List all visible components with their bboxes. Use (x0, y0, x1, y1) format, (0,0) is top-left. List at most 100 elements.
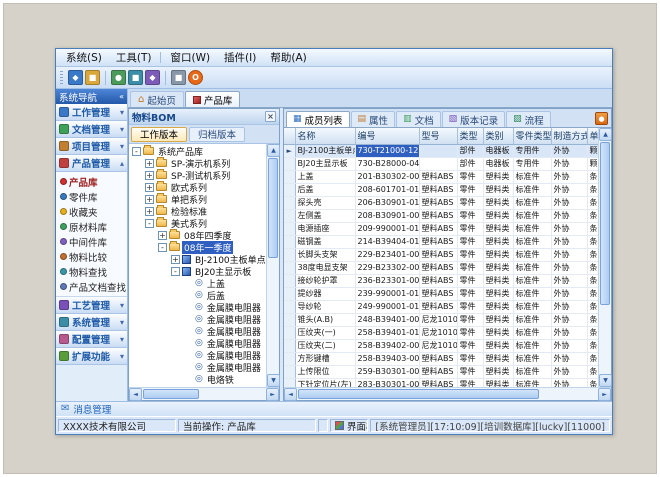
sidebar-item-收藏夹[interactable]: 收藏夹 (56, 204, 127, 219)
tab-文档[interactable]: ▥文档 (396, 111, 441, 127)
ui-style-selector[interactable]: 界面样式 (330, 419, 368, 432)
menu-item-1[interactable]: 系统(S) (59, 49, 109, 66)
table-row[interactable]: 上传限位259-B30301-00E塑料ABS零件塑料类标准件外协条 (284, 365, 598, 378)
table-row[interactable]: 探头壳206-B30901-01E塑料ABS零件塑料类标准件外协条 (284, 196, 598, 209)
expand-icon[interactable]: + (145, 183, 154, 192)
tree-node-金属膜电阻器[interactable]: ◎金属膜电阻器 (129, 325, 266, 337)
grid-hscroll-track[interactable] (297, 388, 598, 400)
menu-item-2[interactable]: 工具(T) (109, 49, 159, 66)
tab-产品库[interactable]: 产品库 (185, 91, 241, 107)
nav-group-项目管理[interactable]: 项目管理▾ (56, 138, 127, 155)
filter-icon[interactable]: ■ (128, 70, 143, 85)
tab-工作版本[interactable]: 工作版本 (131, 127, 187, 142)
tab-流程[interactable]: ▨流程 (506, 111, 551, 127)
tree-node-欧式系列[interactable]: +欧式系列 (129, 181, 266, 193)
tree-node-单把系列[interactable]: +单把系列 (129, 193, 266, 205)
table-row[interactable]: 38度电显支架229-B23302-00E塑料ABS零件塑料类标准件外协条 (284, 261, 598, 274)
nav-group-系统管理[interactable]: 系统管理▾ (56, 314, 127, 331)
table-row[interactable]: 锥头(A.B)248-B39401-00E尼龙1010零件塑料类标准件外协条 (284, 313, 598, 326)
new-icon[interactable]: ◆ (68, 70, 83, 85)
tree-node-08年一季度[interactable]: -08年一季度 (129, 241, 266, 253)
table-row[interactable]: 长脚头支架229-B23401-00E塑料ABS零件塑料类标准件外协条 (284, 248, 598, 261)
sidebar-item-产品库[interactable]: 产品库 (56, 174, 127, 189)
collapse-icon[interactable]: - (132, 147, 141, 156)
close-icon[interactable]: × (265, 111, 276, 122)
nav-group-产品管理[interactable]: 产品管理▴ (56, 155, 127, 172)
tree-node-SP-演示机系列[interactable]: +SP-演示机系列 (129, 157, 266, 169)
help-icon[interactable]: ■ (171, 70, 186, 85)
tree-node-BJ-2100主板单点[interactable]: +BJ-2100主板单点 (129, 253, 266, 265)
menu-item-5[interactable]: 帮助(A) (263, 49, 313, 66)
tab-版本记录[interactable]: ▧版本记录 (442, 111, 506, 127)
collapse-sidebar-icon[interactable]: « (119, 92, 124, 101)
grid-horizontal-scrollbar[interactable]: ◄ ► (284, 387, 611, 400)
grid-hscroll-thumb[interactable] (298, 389, 539, 399)
expand-icon[interactable]: + (171, 255, 180, 264)
expand-icon[interactable]: + (145, 171, 154, 180)
tree-scroll-left-icon[interactable]: ◄ (129, 388, 142, 401)
tree-vscroll-thumb[interactable] (268, 158, 278, 258)
menu-item-3[interactable]: 窗口(W) (163, 49, 217, 66)
tree-node-检验标准[interactable]: +检验标准 (129, 205, 266, 217)
brand-icon[interactable]: O (188, 70, 203, 85)
table-row[interactable]: BJ20主显示板730-B28000-04E部件电器板专用件外协颗 (284, 157, 598, 170)
table-row[interactable]: 下针定位片(左)283-B30301-00E塑料ABS零件塑料类标准件外协条 (284, 378, 598, 387)
grid-scroll-right-icon[interactable]: ► (598, 388, 611, 401)
grid-scroll-up-icon[interactable]: ▲ (599, 128, 612, 141)
message-panel-header[interactable]: ✉ 消息管理 (56, 401, 612, 416)
column-header-制造方式[interactable]: 制造方式 (551, 128, 587, 144)
tree-node-金属膜电阻器[interactable]: ◎金属膜电阻器 (129, 313, 266, 325)
column-header-类型[interactable]: 类型 (457, 128, 483, 144)
sidebar-item-零件库[interactable]: 零件库 (56, 189, 127, 204)
tree-node-后盖[interactable]: ◎后盖 (129, 289, 266, 301)
tree-hscroll-track[interactable] (142, 388, 266, 400)
tree-scroll-right-icon[interactable]: ► (266, 388, 279, 401)
tab-起始页[interactable]: ⌂起始页 (130, 91, 184, 107)
table-row[interactable]: 提纱器239-990001-01E塑料ABS零件塑料类标准件外协条 (284, 287, 598, 300)
search-icon[interactable]: ● (111, 70, 126, 85)
column-header-编号[interactable]: 编号 (355, 128, 419, 144)
grid-vertical-scrollbar[interactable]: ▲ ▼ (598, 128, 611, 387)
collapse-icon[interactable]: - (145, 219, 154, 228)
column-header-类别[interactable]: 类别 (483, 128, 513, 144)
tree-vscroll-track[interactable] (267, 157, 279, 374)
table-row[interactable]: 后盖208-601701-01E塑料ABS零件塑料类标准件外协条 (284, 183, 598, 196)
collapse-icon[interactable]: - (158, 243, 167, 252)
nav-group-工艺管理[interactable]: 工艺管理▾ (56, 297, 127, 314)
tree-node-SP-测试机系列[interactable]: +SP-测试机系列 (129, 169, 266, 181)
expand-icon[interactable]: + (145, 195, 154, 204)
table-row[interactable]: 方形键槽258-B39403-00E塑料ABS零件塑料类标准件外协条 (284, 352, 598, 365)
tree-horizontal-scrollbar[interactable]: ◄ ► (129, 387, 279, 400)
nav-group-配置管理[interactable]: 配置管理▾ (56, 331, 127, 348)
table-row[interactable]: 上盖201-B30302-00E塑料ABS零件塑料类标准件外协条 (284, 170, 598, 183)
table-row[interactable]: ►BJ-2100主板单点730-T21000-12E部件电器板专用件外协颗 (284, 144, 598, 157)
column-header-零件类型[interactable]: 零件类型 (513, 128, 551, 144)
tree-scroll-down-icon[interactable]: ▼ (267, 374, 280, 387)
tab-属性[interactable]: ▤属性 (351, 111, 396, 127)
table-row[interactable]: 压纹夹(一)258-B39401-01E尼龙1010零件塑料类标准件外协条 (284, 326, 598, 339)
expand-icon[interactable]: + (145, 207, 154, 216)
nav-group-工作管理[interactable]: 工作管理▾ (56, 104, 127, 121)
nav-group-文档管理[interactable]: 文档管理▾ (56, 121, 127, 138)
table-row[interactable]: 导纱轮249-990001-01E塑料ABS零件塑料类标准件外协条 (284, 300, 598, 313)
tree-node-金属膜电阻器[interactable]: ◎金属膜电阻器 (129, 361, 266, 373)
table-row[interactable]: 电源插座209-990001-01E塑料ABS零件塑料类标准件外协条 (284, 222, 598, 235)
tree-hscroll-thumb[interactable] (143, 389, 199, 399)
refresh-button[interactable]: ● (595, 112, 608, 125)
sidebar-item-中间件库[interactable]: 中间件库 (56, 234, 127, 249)
tree-scroll-up-icon[interactable]: ▲ (267, 144, 280, 157)
grid-scroll-left-icon[interactable]: ◄ (284, 388, 297, 401)
sidebar-item-物料查找[interactable]: 物料查找 (56, 264, 127, 279)
tree-node-系统产品库[interactable]: -系统产品库 (129, 145, 266, 157)
tree-node-金属膜电阻器[interactable]: ◎金属膜电阻器 (129, 337, 266, 349)
table-row[interactable]: 压纹夹(二)258-B39402-00E尼龙1010零件塑料类标准件外协条 (284, 339, 598, 352)
tree-node-上盖[interactable]: ◎上盖 (129, 277, 266, 289)
sidebar-item-原材料库[interactable]: 原材料库 (56, 219, 127, 234)
expand-icon[interactable]: + (145, 159, 154, 168)
column-header-indicator[interactable] (284, 128, 295, 144)
column-header-单位[interactable]: 单位 (587, 128, 598, 144)
tree-node-08年四季度[interactable]: +08年四季度 (129, 229, 266, 241)
tree-node-金属膜电阻器[interactable]: ◎金属膜电阻器 (129, 301, 266, 313)
table-row[interactable]: 接纱轮护罩236-B23301-00E塑料ABS零件塑料类标准件外协条 (284, 274, 598, 287)
grid-vscroll-thumb[interactable] (600, 142, 610, 305)
